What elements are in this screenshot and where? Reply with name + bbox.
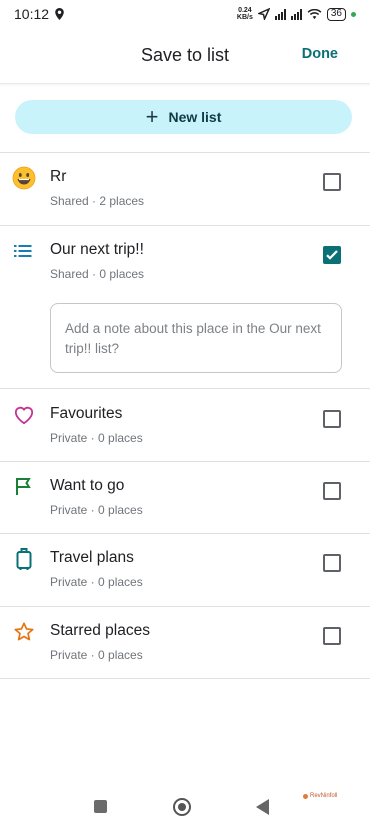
list-subtitle: Shared · 2 places xyxy=(50,194,145,208)
battery-indicator: 36 xyxy=(326,7,346,21)
privacy-indicator-dot xyxy=(351,11,356,17)
list-checkbox[interactable] xyxy=(323,173,341,191)
flag-icon xyxy=(12,475,36,499)
list-name: Rr xyxy=(50,168,67,185)
list-subtitle: Private · 0 places xyxy=(50,575,143,589)
wifi-icon xyxy=(307,8,322,19)
list-subtitle: Private · 0 places xyxy=(50,503,143,517)
list-item-rr[interactable]: Rr Shared · 2 places xyxy=(0,152,370,225)
list-name: Want to go xyxy=(50,477,125,494)
heart-icon xyxy=(12,403,36,427)
system-navigation-bar xyxy=(0,790,370,824)
divider xyxy=(0,678,370,679)
signal-icon-2 xyxy=(290,8,302,20)
recents-button[interactable] xyxy=(94,800,107,813)
star-icon xyxy=(12,620,36,644)
location-icon xyxy=(55,8,64,20)
home-button[interactable] xyxy=(173,798,191,816)
list-checkbox-checked[interactable] xyxy=(323,246,341,264)
back-button[interactable] xyxy=(256,799,269,815)
list-item-favourites[interactable]: Favourites Private · 0 places xyxy=(0,389,370,462)
list-subtitle: Shared · 0 places xyxy=(50,267,145,281)
list-subtitle: Private · 0 places xyxy=(50,648,143,662)
new-list-label: New list xyxy=(168,109,222,125)
list-checkbox[interactable] xyxy=(323,554,341,572)
list-checkbox[interactable] xyxy=(323,627,341,645)
header: Save to list Done xyxy=(0,28,370,84)
checkmark-icon xyxy=(326,250,338,260)
smiley-emoji-icon xyxy=(12,166,36,190)
suitcase-icon xyxy=(12,547,36,571)
signal-icon xyxy=(274,8,286,20)
list-name: Travel plans xyxy=(50,549,134,566)
done-button[interactable]: Done xyxy=(302,46,338,62)
new-list-button[interactable]: + New list xyxy=(15,100,352,134)
list-item-want-to-go[interactable]: Want to go Private · 0 places xyxy=(0,461,370,534)
list-checkbox[interactable] xyxy=(323,410,341,428)
list-icon xyxy=(12,239,36,263)
plus-icon: + xyxy=(145,104,159,129)
list-item-starred-places[interactable]: Starred places Private · 0 places xyxy=(0,606,370,679)
list-name: Favourites xyxy=(50,405,123,422)
note-input[interactable]: Add a note about this place in the Our n… xyxy=(50,303,342,373)
navigation-arrow-icon xyxy=(257,8,270,20)
page-title: Save to list xyxy=(140,45,230,65)
list-item-our-next-trip[interactable]: Our next trip!! Shared · 0 places xyxy=(0,225,370,298)
list-checkbox[interactable] xyxy=(323,482,341,500)
list-name: Our next trip!! xyxy=(50,241,144,258)
status-bar: 10:12 0.24 KB/s 36 xyxy=(0,0,370,28)
list-item-travel-plans[interactable]: Travel plans Private · 0 places xyxy=(0,533,370,606)
list-subtitle: Private · 0 places xyxy=(50,431,143,445)
list-name: Starred places xyxy=(50,622,150,639)
network-speed: 0.24 KB/s xyxy=(236,7,253,21)
clock: 10:12 xyxy=(14,6,50,22)
